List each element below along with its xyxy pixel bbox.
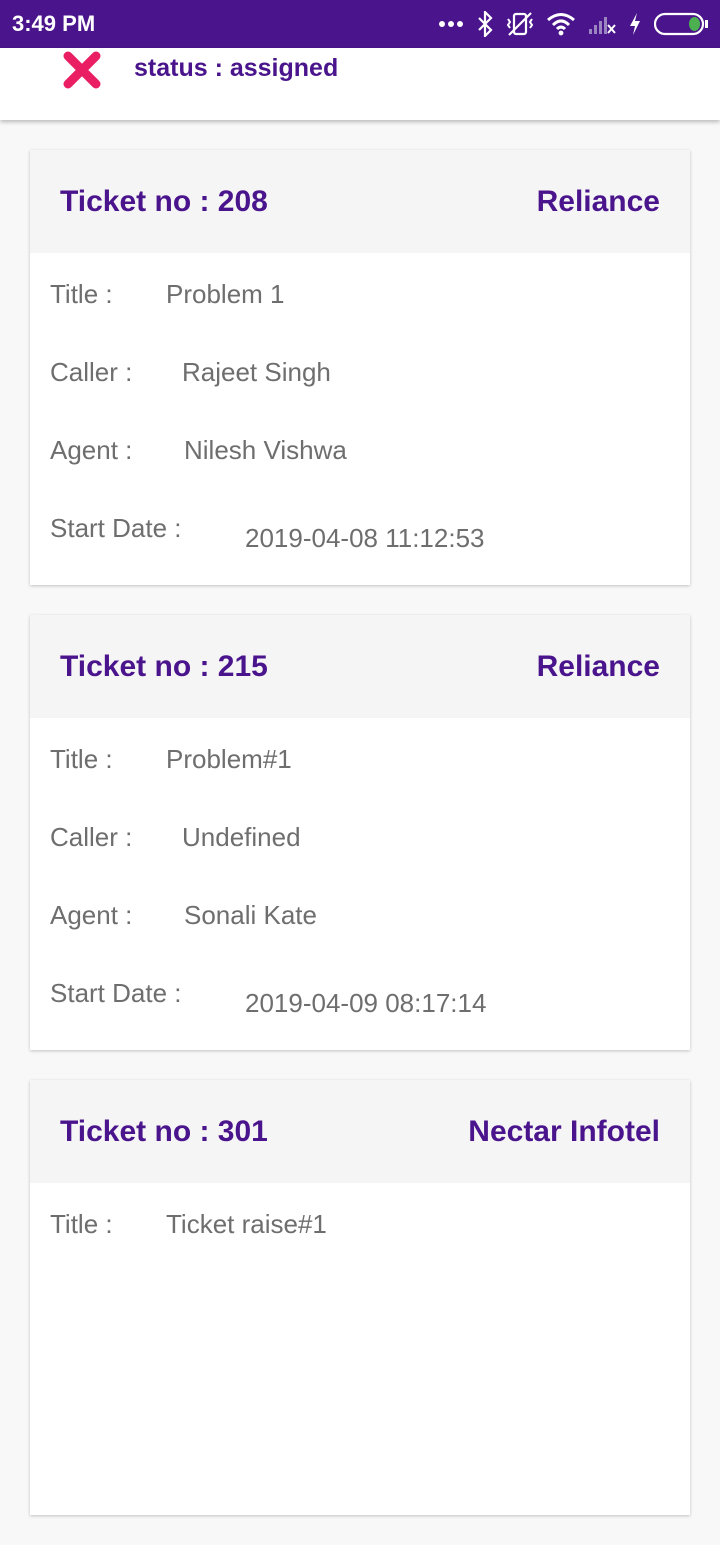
agent-label: Agent : xyxy=(50,900,133,930)
ticket-card-body: Title : Ticket raise#1 xyxy=(30,1183,690,1515)
ticket-number: Ticket no : 301 xyxy=(60,1114,268,1148)
ticket-card[interactable]: Ticket no : 301 Nectar Infotel Title : T… xyxy=(30,1080,690,1515)
ticket-number: Ticket no : 215 xyxy=(60,649,268,683)
ticket-card[interactable]: Ticket no : 208 Reliance Title : Problem… xyxy=(30,150,690,585)
agent-value: Sonali Kate xyxy=(184,900,317,930)
title-value: Ticket raise#1 xyxy=(166,1209,327,1239)
ticket-card-header: Ticket no : 215 Reliance xyxy=(30,615,690,718)
close-icon xyxy=(63,51,101,89)
ticket-card-header: Ticket no : 208 Reliance xyxy=(30,150,690,253)
title-value: Problem#1 xyxy=(166,744,292,774)
start-date-value: 2019-04-09 08:17:14 xyxy=(245,988,487,1018)
status-icons xyxy=(438,11,708,37)
caller-value: Rajeet Singh xyxy=(182,357,331,387)
agent-value: Nilesh Vishwa xyxy=(184,435,347,465)
battery-icon xyxy=(654,12,708,36)
caller-value: Undefined xyxy=(182,822,301,852)
ticket-card-body: Title : Problem 1 Caller : Rajeet Singh … xyxy=(30,253,690,585)
dots-icon xyxy=(438,20,464,28)
ticket-company: Reliance xyxy=(536,649,660,683)
ticket-company: Reliance xyxy=(536,184,660,218)
clock: 3:49 PM xyxy=(12,11,96,36)
title-label: Title : xyxy=(50,744,113,774)
title-label: Title : xyxy=(50,279,113,309)
close-button[interactable] xyxy=(60,50,104,90)
start-date-value: 2019-04-08 11:12:53 xyxy=(245,523,485,553)
title-label: Title : xyxy=(50,1209,113,1239)
charging-icon xyxy=(628,12,642,36)
status-bar: 3:49 PM xyxy=(0,0,720,48)
start-date-label: Start Date : xyxy=(50,978,182,1008)
ticket-card-body: Title : Problem#1 Caller : Undefined Age… xyxy=(30,718,690,1050)
wifi-icon xyxy=(546,12,576,36)
start-date-label: Start Date : xyxy=(50,513,182,543)
signal-icon xyxy=(588,13,616,35)
ticket-list[interactable]: Ticket no : 208 Reliance Title : Problem… xyxy=(30,150,690,1545)
agent-label: Agent : xyxy=(50,435,133,465)
caller-label: Caller : xyxy=(50,357,133,387)
top-header: status : assigned xyxy=(0,48,720,120)
ticket-company: Nectar Infotel xyxy=(468,1114,660,1148)
ticket-card[interactable]: Ticket no : 215 Reliance Title : Problem… xyxy=(30,615,690,1050)
bluetooth-icon xyxy=(476,11,494,37)
ticket-card-header: Ticket no : 301 Nectar Infotel xyxy=(30,1080,690,1183)
title-value: Problem 1 xyxy=(166,279,285,309)
ticket-number: Ticket no : 208 xyxy=(60,184,268,218)
caller-label: Caller : xyxy=(50,822,133,852)
status-label: status : assigned xyxy=(134,54,339,82)
vibrate-off-icon xyxy=(506,11,534,37)
